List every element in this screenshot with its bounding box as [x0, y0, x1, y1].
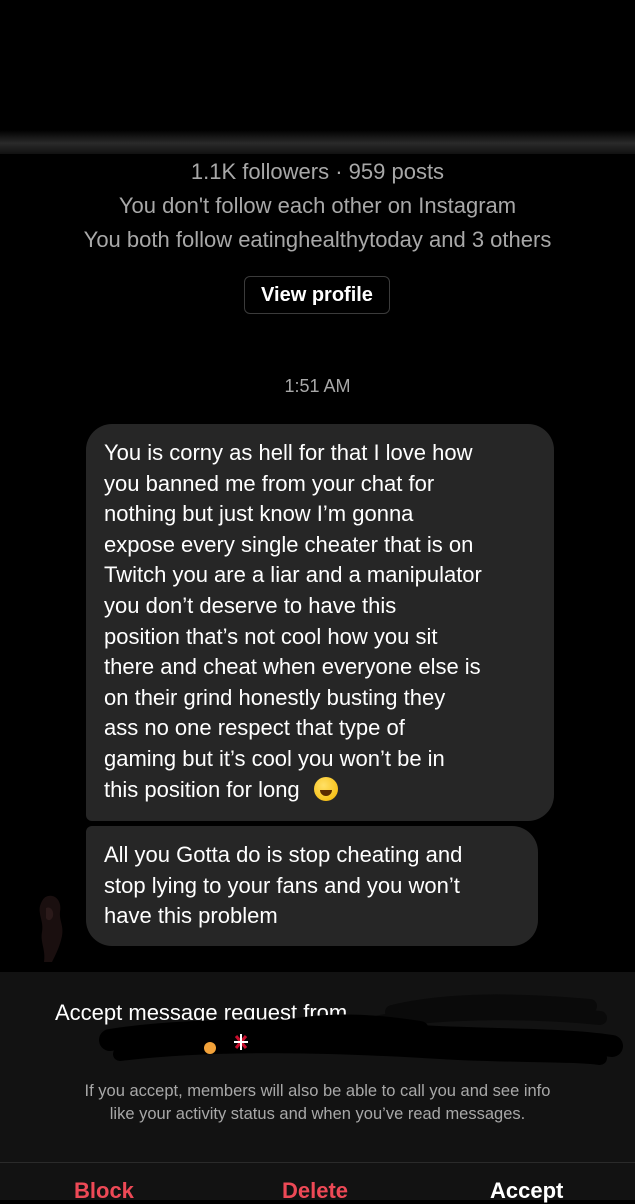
message-line: have this problem — [104, 903, 278, 929]
message-line: All you Gotta do is stop cheating and — [104, 842, 463, 867]
message-bubble[interactable]: You is corny as hell for that I love how… — [86, 424, 554, 821]
accept-button[interactable]: Accept — [490, 1178, 563, 1204]
message-line: you banned me from your chat for — [104, 470, 435, 496]
request-title: Accept message request from — [55, 1000, 348, 1025]
message-line: Twitch you are a liar and a manipulator — [104, 562, 482, 588]
sender-avatar[interactable] — [26, 888, 74, 964]
message-line: nothing but just know I’m gonna — [104, 501, 414, 527]
message-line: gaming but it’s cool you won’t be in — [104, 745, 445, 771]
message-line: on their grind honestly busting they — [104, 684, 446, 710]
follow-status: You don't follow each other on Instagram — [118, 193, 517, 218]
profile-stats: 1.1K followers · 959 posts — [190, 159, 445, 184]
message-line: stop lying to your fans and you won’t — [104, 872, 460, 898]
message-line-last: this position for long — [104, 775, 536, 806]
message-timestamp: 1:51 AM — [284, 376, 351, 396]
message-line: you don’t deserve to have this — [104, 592, 397, 618]
request-info: If you accept, members will also be able… — [0, 1080, 635, 1126]
message-line: You is corny as hell for that I love how — [104, 440, 473, 465]
message-line: ass no one respect that type of — [104, 715, 405, 741]
message-line-text: this position for long — [104, 776, 300, 802]
view-profile-button[interactable]: View profile — [244, 276, 390, 314]
redaction-blur — [0, 130, 635, 154]
request-info-line: like your activity status and when you’v… — [109, 1105, 526, 1123]
message-line: position that’s not cool how you sit — [104, 623, 438, 649]
block-button[interactable]: Block — [74, 1178, 134, 1204]
request-info-line: If you accept, members will also be able… — [84, 1082, 551, 1100]
redacted-profile-header — [0, 0, 635, 154]
message-bubble[interactable]: All you Gotta do is stop cheating and st… — [86, 826, 538, 946]
message-line: there and cheat when everyone else is — [104, 654, 481, 680]
delete-button[interactable]: Delete — [282, 1178, 348, 1204]
message-line: expose every single cheater that is on — [104, 531, 474, 557]
face-with-tears-of-joy-icon — [313, 776, 338, 801]
mutual-followers: You both follow eatinghealthytoday and 3… — [83, 227, 552, 252]
action-divider — [0, 1162, 635, 1163]
